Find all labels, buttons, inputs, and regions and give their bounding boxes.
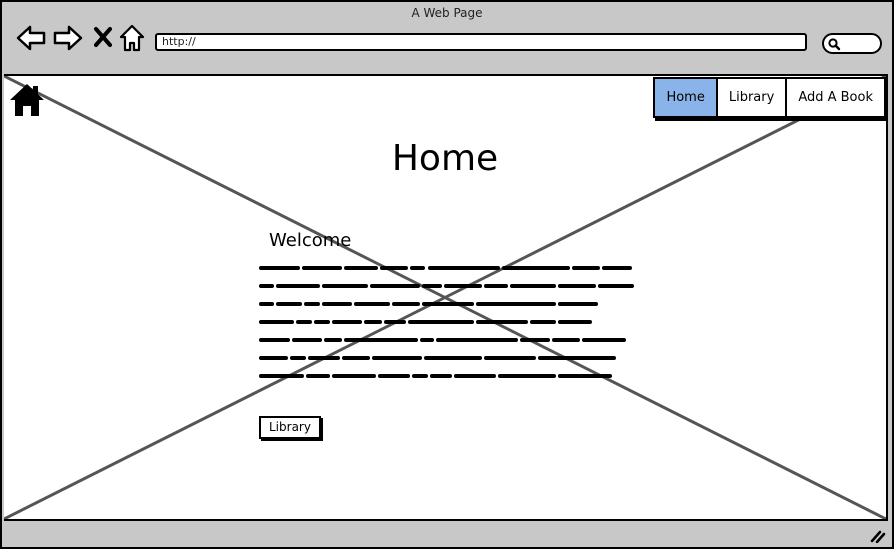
home-icon[interactable] [119, 24, 145, 52]
resize-grip-icon[interactable] [870, 529, 886, 543]
back-arrow-icon[interactable] [16, 24, 46, 52]
tab-home[interactable]: Home [653, 77, 718, 118]
page-title: Home [391, 138, 499, 179]
forward-arrow-icon[interactable] [53, 24, 83, 52]
top-navigation: Home Library Add A Book [653, 77, 886, 118]
welcome-heading: Welcome [269, 230, 352, 251]
search-icon [828, 38, 841, 51]
address-bar[interactable]: http:// [155, 33, 807, 51]
placeholder-text-block [259, 266, 634, 378]
search-field[interactable] [822, 33, 882, 54]
close-x-icon[interactable] [94, 24, 112, 52]
tab-add-a-book[interactable]: Add A Book [785, 77, 886, 118]
status-bar [4, 523, 892, 547]
tab-library[interactable]: Library [715, 77, 788, 118]
page-viewport: Home Library Add A Book Home Welcome Lib… [4, 74, 888, 521]
window-title: A Web Page [411, 6, 483, 20]
library-button[interactable]: Library [259, 416, 321, 439]
house-icon[interactable] [8, 82, 46, 118]
browser-window: A Web Page http:// Home Library Add A Bo… [0, 0, 894, 549]
